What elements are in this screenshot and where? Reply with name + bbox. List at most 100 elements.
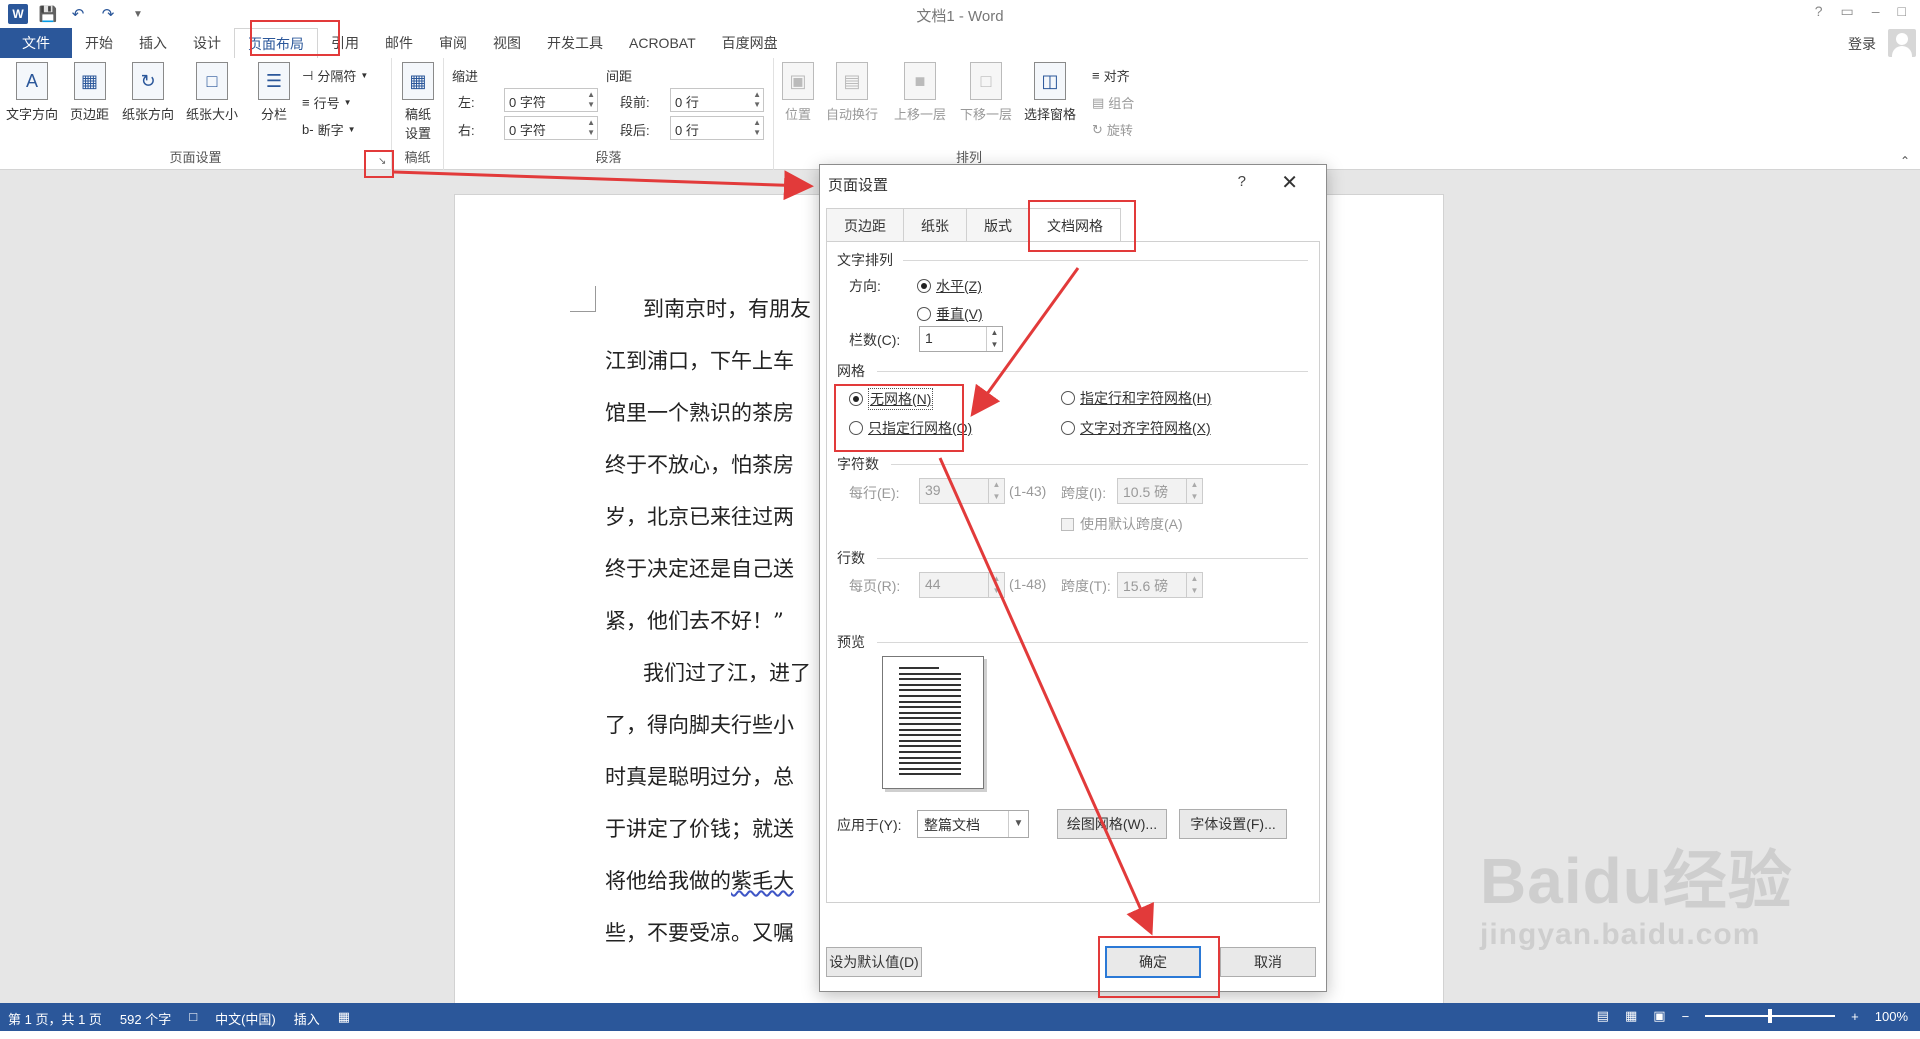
language-indicator[interactable]: 中文(中国) (215, 1009, 276, 1028)
spinner-icon[interactable]: ▲ ▼ (1186, 479, 1202, 503)
orientation-button[interactable]: ↻ 纸张方向 (122, 62, 174, 123)
ribbon-display-options-icon[interactable]: ▭ (1841, 3, 1854, 20)
help-icon[interactable]: ? (1815, 3, 1823, 20)
doc-line: 岁，北京已来往过两 (605, 505, 794, 529)
size-button[interactable]: □ 纸张大小 (186, 62, 238, 123)
spinner-icon[interactable]: ▲ ▼ (753, 118, 761, 138)
line-numbers-icon: ≡ (302, 95, 310, 110)
rotate-button[interactable]: ↻ 旋转 (1092, 120, 1133, 139)
tab-home[interactable]: 开始 (72, 28, 126, 58)
wrap-text-button[interactable]: ▤ 自动换行 (826, 62, 878, 123)
tab-view[interactable]: 视图 (480, 28, 534, 58)
send-backward-button[interactable]: □ 下移一层 (960, 62, 1012, 123)
text-direction-button[interactable]: A 文字方向 (6, 62, 58, 123)
line-pitch-input[interactable]: 15.6 磅 ▲ ▼ (1117, 572, 1203, 598)
use-default-pitch-label: 使用默认跨度(A) (1080, 516, 1183, 532)
help-icon[interactable]: ? (1238, 173, 1246, 190)
margins-label: 页边距 (70, 107, 110, 122)
proofing-icon[interactable]: □ (189, 1009, 197, 1028)
tab-mailings[interactable]: 邮件 (372, 28, 426, 58)
tab-developer[interactable]: 开发工具 (534, 28, 616, 58)
indent-left-input[interactable]: 0 字符 ▲ ▼ (504, 88, 598, 112)
doc-line: 将他给我做的紫毛大 (605, 865, 794, 895)
tab-margins[interactable]: 页边距 (826, 208, 904, 242)
vertical-radio[interactable]: 垂直(V) (917, 304, 983, 324)
indent-right-input[interactable]: 0 字符 ▲ ▼ (504, 116, 598, 140)
insert-mode[interactable]: 插入 (294, 1009, 320, 1028)
position-button[interactable]: ▣ 位置 (782, 62, 814, 123)
selection-pane-button[interactable]: ◫ 选择窗格 (1024, 62, 1076, 123)
bring-forward-button[interactable]: ■ 上移一层 (894, 62, 946, 123)
font-settings-button[interactable]: 字体设置(F)... (1179, 809, 1287, 839)
tab-acrobat[interactable]: ACROBAT (616, 28, 709, 58)
draft-settings-button[interactable]: ▦ 稿纸设置 (402, 62, 434, 142)
divider (877, 642, 1308, 643)
chevron-down-icon: ▼ (347, 125, 356, 134)
wrap-text-label: 自动换行 (826, 107, 879, 122)
spinner-icon[interactable]: ▲ ▼ (986, 327, 1002, 351)
zoom-slider-thumb[interactable] (1768, 1009, 1773, 1023)
macro-icon[interactable]: ▦ (338, 1009, 350, 1028)
cancel-button[interactable]: 取消 (1220, 947, 1316, 977)
apply-to-select[interactable]: 整篇文档 ▼ (917, 810, 1029, 838)
tab-baidu-netdisk[interactable]: 百度网盘 (709, 28, 791, 58)
group-objects-button[interactable]: ▤ 组合 (1092, 93, 1134, 112)
spinner-icon[interactable]: ▲ ▼ (988, 479, 1004, 503)
spacing-title: 间距 (606, 69, 633, 84)
char-pitch-input[interactable]: 10.5 磅 ▲ ▼ (1117, 478, 1203, 504)
spacing-after-input[interactable]: 0 行 ▲ ▼ (670, 116, 764, 140)
zoom-in-icon[interactable]: + (1851, 1009, 1859, 1024)
read-mode-icon[interactable]: ▤ (1597, 1008, 1609, 1024)
login-link[interactable]: 登录 (1848, 34, 1876, 54)
word-count[interactable]: 592 个字 (120, 1009, 171, 1028)
chars-per-line-input[interactable]: 39 ▲ ▼ (919, 478, 1005, 504)
set-default-button[interactable]: 设为默认值(D) (826, 947, 922, 977)
spacing-before-input[interactable]: 0 行 ▲ ▼ (670, 88, 764, 112)
horizontal-label: 水平(Z) (936, 278, 982, 294)
status-bar: 第 1 页，共 1 页 592 个字 □ 中文(中国) 插入 ▦ ▤ ▦ ▣ −… (0, 1003, 1920, 1031)
spinner-icon[interactable]: ▲ ▼ (587, 90, 595, 110)
spinner-icon[interactable]: ▲ ▼ (1186, 573, 1202, 597)
print-layout-icon[interactable]: ▦ (1625, 1008, 1637, 1024)
line-and-char-grid-radio[interactable]: 指定行和字符网格(H) (1061, 388, 1211, 408)
hyphenation-button[interactable]: b‐ 断字 ▼ (302, 120, 356, 139)
preview-line (899, 773, 961, 776)
tab-paper[interactable]: 纸张 (903, 208, 967, 242)
spinner-icon[interactable]: ▲ ▼ (753, 90, 761, 110)
web-layout-icon[interactable]: ▣ (1653, 1008, 1665, 1024)
horizontal-radio[interactable]: 水平(Z) (917, 276, 982, 296)
text-direction-icon: A (16, 62, 48, 100)
breaks-button[interactable]: ⊣ 分隔符 ▼ (302, 66, 368, 85)
minimize-icon[interactable]: – (1872, 3, 1880, 20)
taskbar-strip (0, 1031, 1920, 1039)
margins-button[interactable]: ▦ 页边距 (70, 62, 109, 123)
draw-grid-button[interactable]: 绘图网格(W)... (1057, 809, 1167, 839)
use-default-pitch-checkbox[interactable]: 使用默认跨度(A) (1061, 514, 1183, 534)
tab-design[interactable]: 设计 (180, 28, 234, 58)
align-button[interactable]: ≡ 对齐 (1092, 66, 1130, 85)
tab-review[interactable]: 审阅 (426, 28, 480, 58)
spinner-icon[interactable]: ▲ ▼ (587, 118, 595, 138)
line-numbers-button[interactable]: ≡ 行号 ▼ (302, 93, 352, 112)
tab-file[interactable]: 文件 (0, 28, 72, 58)
lines-per-page-input[interactable]: 44 ▲ ▼ (919, 572, 1005, 598)
close-icon[interactable]: ✕ (1281, 170, 1298, 195)
spinner-icon[interactable]: ▲ ▼ (988, 573, 1004, 597)
spellcheck-squiggle: 紫毛大 (731, 869, 794, 893)
tab-layout[interactable]: 版式 (966, 208, 1030, 242)
zoom-out-icon[interactable]: − (1682, 1009, 1690, 1024)
avatar[interactable] (1888, 29, 1916, 57)
maximize-icon[interactable]: □ (1898, 3, 1906, 20)
collapse-ribbon-icon[interactable]: ⌃ (1900, 154, 1910, 168)
group-arrange: ▣ 位置 ▤ 自动换行 ■ 上移一层 □ 下移一层 ◫ 选择窗格 ≡ 对齐 ▤ … (774, 58, 1164, 170)
page-count[interactable]: 第 1 页，共 1 页 (8, 1009, 102, 1028)
tab-insert[interactable]: 插入 (126, 28, 180, 58)
snap-chars-grid-radio[interactable]: 文字对齐字符网格(X) (1061, 418, 1211, 438)
lines-per-page-label: 每页(R): (849, 578, 901, 594)
preview-line (899, 711, 961, 714)
grid-title: 网格 (837, 363, 865, 379)
zoom-slider[interactable] (1705, 1009, 1836, 1023)
columns-input[interactable]: 1 ▲ ▼ (919, 326, 1003, 352)
columns-button[interactable]: ☰ 分栏 (258, 62, 290, 123)
zoom-level[interactable]: 100% (1875, 1009, 1908, 1024)
